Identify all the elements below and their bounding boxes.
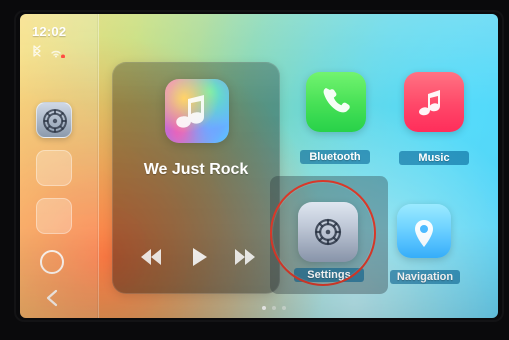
app-music[interactable]: [404, 72, 464, 132]
play-icon: [193, 248, 207, 266]
rail-app-settings[interactable]: [36, 102, 72, 138]
back-button[interactable]: [42, 288, 62, 308]
now-playing-card[interactable]: We Just Rock: [112, 62, 280, 294]
location-pin-icon: [415, 220, 433, 247]
album-art[interactable]: [165, 79, 229, 143]
music-note-icon: [419, 90, 440, 116]
device-frame: 12:02 We Just Rock Bluetooth Music Setti…: [0, 0, 509, 340]
fast-forward-button[interactable]: [229, 243, 263, 271]
page-dot-2: [272, 306, 276, 310]
wifi-icon: [51, 50, 65, 58]
status-icons-svg: [33, 45, 65, 58]
app-navigation[interactable]: [397, 204, 451, 258]
app-label-navigation: Navigation: [390, 270, 460, 284]
rail-app-slot-2[interactable]: [36, 150, 72, 186]
phone-icon: [323, 88, 350, 113]
playback-controls: [113, 237, 279, 277]
page-indicator: [262, 304, 302, 312]
fast-forward-icon: [235, 249, 255, 265]
home-button[interactable]: [40, 250, 64, 274]
music-note-icon: [176, 95, 204, 128]
left-rail: 12:02: [20, 14, 99, 318]
status-icons: [30, 44, 70, 58]
song-title: We Just Rock: [143, 161, 249, 178]
status-time: 12:02: [32, 24, 67, 39]
carplay-screen: 12:02 We Just Rock Bluetooth Music Setti…: [20, 14, 498, 318]
page-dot-3: [282, 306, 286, 310]
app-label-music: Music: [399, 151, 469, 165]
highlight-circle: [270, 180, 376, 286]
bluetooth-icon: [33, 45, 41, 57]
rewind-icon: [141, 249, 161, 265]
play-button[interactable]: [181, 243, 215, 271]
app-bluetooth[interactable]: [306, 72, 366, 132]
rail-app-slot-3[interactable]: [36, 198, 72, 234]
page-dot-1: [262, 306, 266, 310]
app-label-bluetooth: Bluetooth: [300, 150, 370, 164]
settings-icon: [43, 109, 67, 133]
rewind-button[interactable]: [133, 243, 167, 271]
back-icon: [46, 289, 58, 307]
